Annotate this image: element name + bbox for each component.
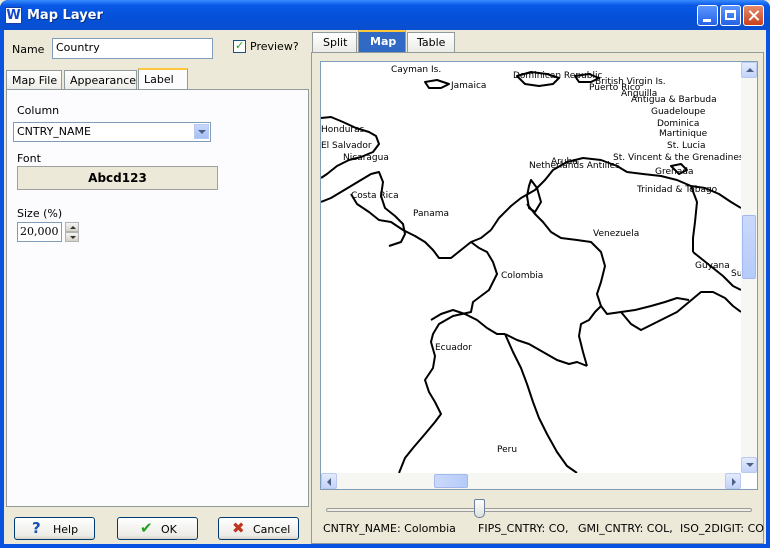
name-label: Name: [12, 43, 45, 56]
tab-map-file[interactable]: Map File: [6, 70, 62, 90]
cancel-icon: ✖: [232, 519, 245, 537]
map-label: Dominica: [657, 119, 699, 129]
app-icon: W: [5, 7, 22, 24]
scroll-down-icon[interactable]: [741, 457, 757, 473]
map-label: Nicaragua: [343, 153, 389, 163]
tab-table-label: Table: [417, 36, 446, 49]
check-icon: ✔: [140, 519, 153, 537]
cancel-button-label: Cancel: [253, 523, 291, 536]
caribbean-island-2: [424, 79, 450, 89]
map-label: Ecuador: [435, 343, 472, 353]
stepper-down-icon[interactable]: [65, 232, 79, 242]
tab-appearance[interactable]: Appearance: [64, 70, 137, 90]
scroll-right-icon[interactable]: [725, 473, 741, 489]
column-label: Column: [17, 104, 60, 117]
help-button[interactable]: ? Help: [14, 517, 95, 540]
tab-map-file-label: Map File: [12, 74, 58, 87]
map-label: St. Lucia: [667, 141, 706, 151]
map-label: Peru: [497, 445, 517, 455]
map-label: Dominican Republic: [513, 71, 602, 81]
tab-appearance-label: Appearance: [70, 74, 137, 87]
guyana-border: [690, 185, 698, 252]
map-label: Grenada: [655, 167, 693, 177]
map-label: Guadeloupe: [651, 107, 706, 117]
map-label: Honduras: [321, 125, 365, 135]
chevron-down-icon[interactable]: [194, 124, 209, 139]
minimize-button[interactable]: [697, 5, 718, 26]
map-canvas[interactable]: Cayman Is. Jamaica Dominican Republic Br…: [320, 61, 758, 490]
name-input[interactable]: Country: [52, 38, 213, 59]
brazil-colombia-border: [578, 305, 602, 367]
label-tab-panel: Column CNTRY_NAME Font Abcd123 Size (%) …: [6, 89, 309, 507]
ok-button[interactable]: ✔ OK: [117, 517, 198, 540]
tab-map-label: Map: [370, 35, 397, 48]
tab-split[interactable]: Split: [312, 32, 357, 52]
map-label: Trinidad & Tobago: [636, 185, 718, 195]
south-america-west-coast: [398, 241, 498, 474]
dialog-body: Name Country Preview? Map File Appearanc…: [4, 30, 766, 544]
help-icon: ?: [32, 519, 41, 537]
status-fips-cntry: FIPS_CNTRY: CO,: [478, 522, 569, 535]
window-title: Map Layer: [27, 8, 103, 23]
map-layer-window: W Map Layer Name Country Preview? Map Fi…: [0, 0, 770, 548]
maximize-button[interactable]: [720, 5, 741, 26]
size-input[interactable]: 20,000: [17, 222, 62, 242]
map-label: Costa Rica: [351, 191, 399, 201]
font-label: Font: [17, 152, 41, 165]
map-label: Panama: [413, 209, 449, 219]
tab-map[interactable]: Map: [358, 30, 406, 52]
map-tab-panel: Cayman Is. Jamaica Dominican Republic Br…: [311, 52, 764, 544]
preview-label: Preview?: [250, 40, 299, 53]
tab-table[interactable]: Table: [407, 32, 455, 52]
close-button[interactable]: [743, 5, 764, 26]
colombia-venezuela-border: [526, 203, 690, 315]
size-label: Size (%): [17, 207, 63, 220]
map-label: Guyana: [695, 261, 730, 271]
map-horizontal-scrollbar[interactable]: [321, 473, 741, 489]
map-vertical-scrollbar[interactable]: [741, 62, 757, 473]
horizontal-scroll-thumb[interactable]: [434, 474, 468, 488]
preview-checkbox[interactable]: [233, 39, 246, 53]
map-label: Venezuela: [593, 229, 639, 239]
cancel-button[interactable]: ✖ Cancel: [218, 517, 299, 540]
column-select[interactable]: CNTRY_NAME: [13, 122, 211, 142]
map-label: St. Vincent & the Grenadines: [613, 153, 741, 163]
map-graphic[interactable]: Cayman Is. Jamaica Dominican Republic Br…: [321, 62, 757, 474]
font-preview-button[interactable]: Abcd123: [17, 166, 218, 190]
help-button-label: Help: [53, 523, 79, 536]
status-gmi-cntry: GMI_CNTRY: COL,: [578, 522, 673, 535]
map-label: Suriname: [731, 269, 741, 279]
map-label: Cayman Is.: [391, 65, 441, 75]
title-bar[interactable]: W Map Layer: [0, 0, 770, 30]
ok-button-label: OK: [161, 523, 177, 536]
stepper-up-icon[interactable]: [65, 222, 79, 232]
status-iso-2digit: ISO_2DIGIT: CO: [680, 522, 764, 535]
panama-isthmus: [350, 193, 492, 259]
map-label: Jamaica: [450, 81, 486, 91]
tab-label[interactable]: Label: [138, 68, 188, 90]
tab-split-label: Split: [323, 36, 348, 49]
scroll-left-icon[interactable]: [321, 473, 337, 489]
status-cntry-name: CNTRY_NAME: Colombia: [323, 522, 456, 535]
slider-track: [326, 508, 752, 512]
vertical-scroll-thumb[interactable]: [742, 215, 756, 279]
slider-thumb[interactable]: [474, 499, 486, 518]
map-label: Martinique: [659, 129, 708, 139]
map-label: Aruba: [551, 157, 578, 167]
map-label: Antigua & Barbuda: [631, 95, 717, 105]
scroll-up-icon[interactable]: [741, 62, 757, 78]
tab-label-label: Label: [144, 73, 174, 86]
map-label: El Salvador: [321, 141, 372, 151]
map-label: Colombia: [501, 271, 543, 281]
column-select-value: CNTRY_NAME: [17, 125, 91, 138]
